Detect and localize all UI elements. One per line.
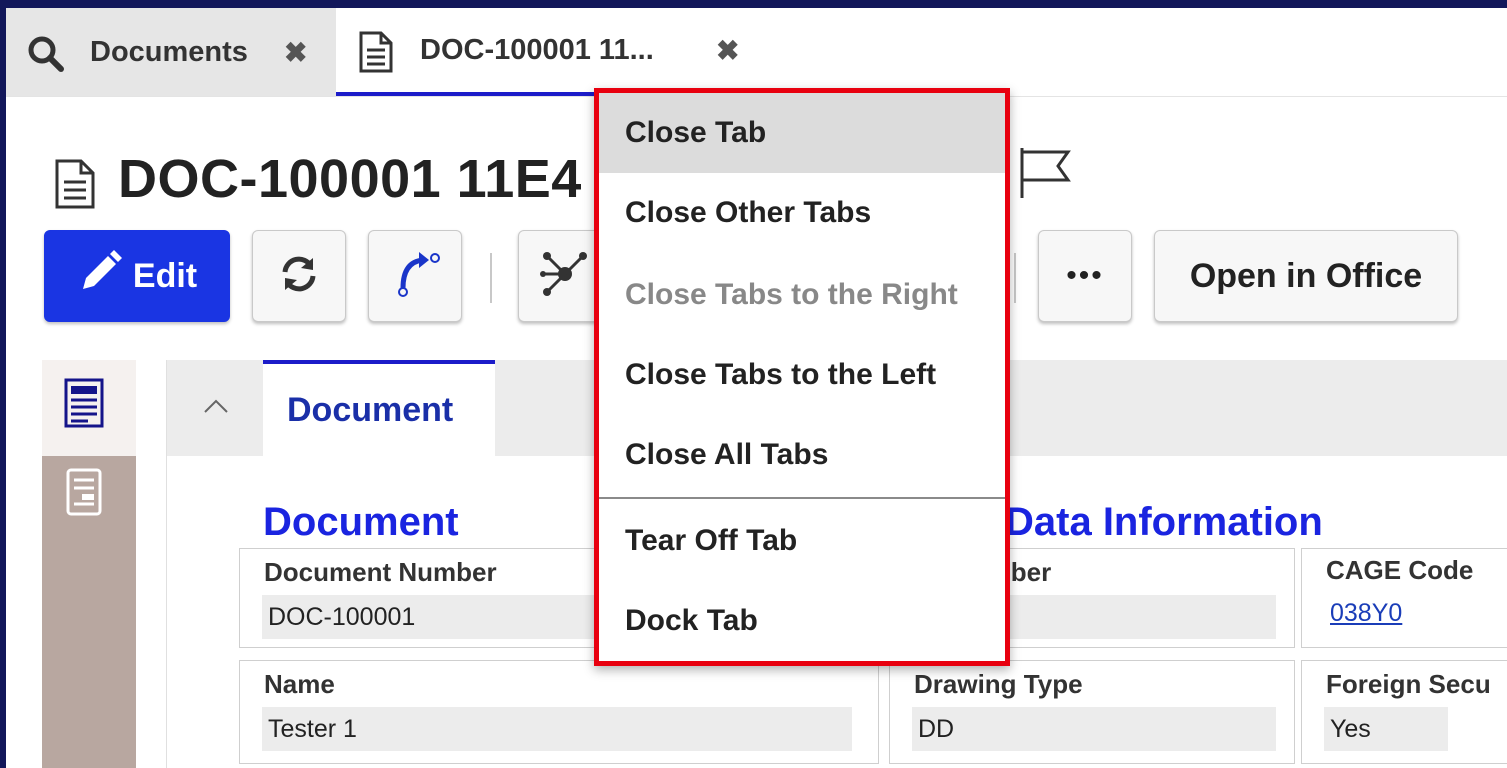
pencil-icon [77, 249, 123, 304]
field-value[interactable]: Tester 1 [262, 707, 852, 751]
tab-document[interactable]: Document [263, 360, 495, 456]
tab-documents[interactable]: Documents ✖ [6, 8, 336, 96]
refresh-icon [277, 252, 321, 301]
network-icon [539, 248, 591, 305]
tab-context-menu: Close Tab Close Other Tabs Close Tabs to… [594, 88, 1010, 666]
edit-button[interactable]: Edit [44, 230, 230, 322]
chevron-up-icon[interactable] [203, 390, 229, 421]
field-cage-code: CAGE Code 038Y0 [1301, 548, 1507, 648]
toolbar-separator [1014, 253, 1016, 303]
tab-doc-100001[interactable]: DOC-100001 11... ✖ [336, 8, 754, 96]
section-title-document: Document [263, 500, 459, 544]
details-view-icon[interactable] [66, 468, 102, 521]
menu-item-close-other-tabs[interactable]: Close Other Tabs [599, 173, 1005, 253]
field-name: Name Tester 1 [239, 660, 879, 764]
menu-item-close-all-tabs[interactable]: Close All Tabs [599, 415, 1005, 495]
section-title-data-information: Data Information [1005, 500, 1323, 544]
document-icon [358, 30, 394, 79]
field-value[interactable]: DD [912, 707, 1276, 751]
edit-label: Edit [132, 256, 198, 295]
menu-item-close-tab[interactable]: Close Tab [599, 93, 1005, 173]
document-icon [54, 158, 96, 215]
menu-item-close-tabs-right: Close Tabs to the Right [625, 278, 958, 311]
tab-label: DOC-100001 11... [420, 33, 654, 66]
menu-item-dock-tab[interactable]: Dock Tab [599, 581, 1005, 661]
field-label: Drawing Type [914, 669, 1083, 699]
more-button[interactable]: ••• [1038, 230, 1132, 322]
branch-arrow-icon [389, 248, 441, 305]
tab-strip: Documents ✖ DOC-100001 11... ✖ [6, 8, 1507, 97]
search-icon [26, 34, 66, 79]
refresh-button[interactable] [252, 230, 346, 322]
field-label: Foreign Secu [1326, 669, 1491, 699]
menu-divider [599, 497, 1005, 499]
field-drawing-type: Drawing Type DD [889, 660, 1295, 764]
menu-item-close-tabs-left[interactable]: Close Tabs to the Left [599, 335, 1005, 415]
form-view-icon[interactable] [64, 378, 104, 433]
field-foreign-security: Foreign Secu Yes [1301, 660, 1507, 764]
toolbar-separator [490, 253, 492, 303]
workflow-button[interactable] [368, 230, 462, 322]
cage-code-link[interactable]: 038Y0 [1324, 591, 1402, 635]
app-window: Documents ✖ DOC-100001 11... ✖ DOC-10000… [0, 0, 1507, 768]
field-value[interactable]: Yes [1324, 707, 1448, 751]
menu-item-tear-off-tab[interactable]: Tear Off Tab [599, 501, 1005, 581]
page-title: DOC-100001 11E4 [118, 149, 582, 209]
close-icon[interactable]: ✖ [716, 34, 739, 67]
field-label: Name [264, 669, 335, 699]
close-icon[interactable]: ✖ [284, 36, 307, 69]
field-label: Document Number [264, 557, 497, 587]
flag-icon[interactable] [1018, 146, 1074, 205]
field-label: CAGE Code [1326, 555, 1474, 585]
open-in-office-button[interactable]: Open in Office [1154, 230, 1458, 322]
tab-label: Documents [90, 35, 248, 68]
